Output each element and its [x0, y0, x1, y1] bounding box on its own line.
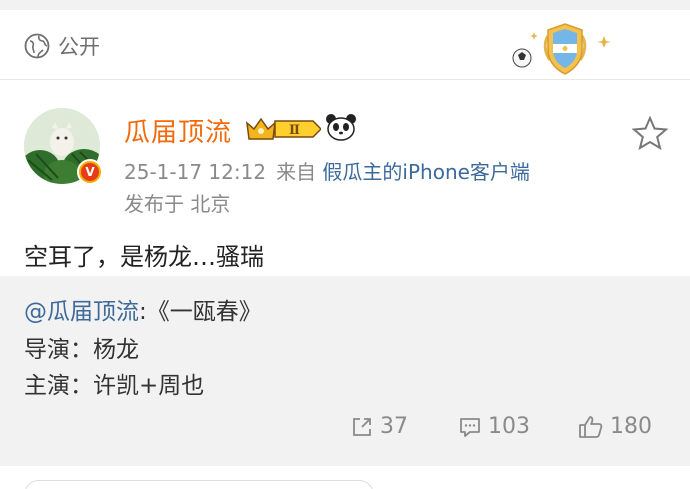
share-icon: [353, 417, 371, 436]
post-timestamp: 25-1-17 12:12: [124, 160, 267, 184]
comment-button[interactable]: 103: [458, 414, 530, 439]
thumbs-up-icon: [579, 415, 603, 438]
favorite-star-icon[interactable]: [632, 116, 668, 150]
client-link[interactable]: 假瓜主的iPhone客户端: [322, 160, 530, 184]
visibility-indicator[interactable]: 公开: [24, 31, 100, 61]
post-text: 空耳了，是杨龙…骚瑞: [24, 243, 264, 271]
panda-icon: [326, 114, 356, 141]
vip-crown-badge-icon: Ⅱ: [246, 117, 321, 140]
next-section-pill: [24, 480, 374, 489]
repost-cast-line: 主演：许凯+周也: [24, 373, 205, 399]
verified-badge-icon: V: [77, 159, 103, 185]
vip-level: Ⅱ: [289, 123, 300, 138]
from-prefix: 来自: [276, 160, 317, 184]
username[interactable]: 瓜届顶流: [124, 112, 232, 149]
like-count: 180: [610, 414, 652, 439]
comment-icon: [460, 417, 480, 437]
post-location: 发布于 北京: [124, 192, 231, 216]
argentina-shield-badge-icon: [512, 23, 611, 75]
visibility-label: 公开: [58, 35, 100, 59]
visibility-bar: 公开: [0, 10, 690, 80]
repost-title-line: @瓜届顶流:《一瓯春》: [24, 292, 262, 326]
repost-title-text: :《一瓯春》: [139, 299, 262, 325]
post-card: V 瓜届顶流 Ⅱ 25-1-17 12:12 来自 假瓜主的iPhone客户端 发…: [0, 80, 690, 276]
globe-icon: [24, 33, 50, 59]
share-count: 37: [380, 414, 408, 439]
repost-director-line: 导演：杨龙: [24, 337, 139, 363]
post-meta: 25-1-17 12:12 来自 假瓜主的iPhone客户端: [124, 156, 530, 185]
reposted-content[interactable]: @瓜届顶流:《一瓯春》 导演：杨龙 主演：许凯+周也 37 103 180: [0, 276, 690, 466]
comment-count: 103: [488, 414, 530, 439]
repost-mention-link[interactable]: @瓜届顶流: [24, 299, 139, 325]
share-button[interactable]: 37: [350, 414, 408, 439]
like-button[interactable]: 180: [578, 414, 652, 439]
